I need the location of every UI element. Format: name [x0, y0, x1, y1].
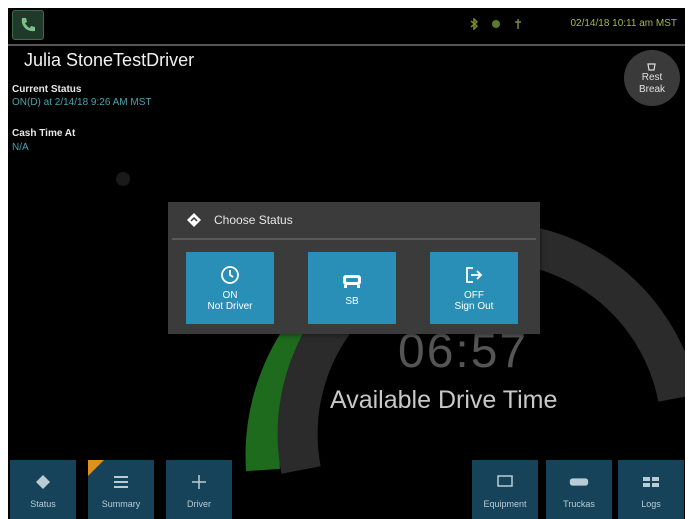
- nav-equipment-label: Equipment: [483, 498, 527, 509]
- drive-time-label: Available Drive Time: [330, 386, 558, 414]
- sleeper-berth-button[interactable]: SB: [308, 252, 396, 324]
- sb-label: SB: [345, 295, 359, 307]
- plus-icon: [188, 471, 210, 493]
- nav-summary-label: Summary: [101, 498, 141, 509]
- notification-corner: [88, 460, 104, 476]
- sleeper-icon: [341, 270, 363, 292]
- clock-icon: [219, 264, 241, 286]
- not-driver-label: Not Driver: [207, 301, 253, 312]
- nav-status-label: Status: [30, 498, 56, 509]
- screen: 02/14/18 10:11 am MST Julia StoneTestDri…: [8, 8, 685, 519]
- nav-driver-button[interactable]: Driver: [166, 460, 232, 519]
- nav-truckas-button[interactable]: Truckas: [546, 460, 612, 519]
- choose-status-dialog: Choose Status ON Not Driver SB OFF Sign …: [168, 202, 540, 334]
- nav-summary-button[interactable]: Summary: [88, 460, 154, 519]
- nav-driver-label: Driver: [187, 498, 211, 509]
- on-not-driver-button[interactable]: ON Not Driver: [186, 252, 274, 324]
- off-label: OFF: [464, 290, 484, 301]
- nav-truckas-label: Truckas: [563, 498, 595, 509]
- diamond-icon: [184, 210, 204, 230]
- list-icon: [110, 471, 132, 493]
- dialog-divider: [172, 238, 536, 240]
- monitor-icon: [494, 471, 516, 493]
- dialog-title: Choose Status: [214, 213, 293, 227]
- sign-out-label: Sign Out: [454, 301, 494, 312]
- on-label: ON: [222, 290, 238, 301]
- nav-logs-label: Logs: [641, 498, 661, 509]
- off-sign-out-button[interactable]: OFF Sign Out: [430, 252, 518, 324]
- bottom-nav: Status Summary Driver Equipment Truckas …: [8, 460, 685, 519]
- dialog-header: Choose Status: [168, 202, 540, 238]
- sign-out-icon: [463, 264, 485, 286]
- grid-icon: [640, 471, 662, 493]
- nav-logs-button[interactable]: Logs: [618, 460, 684, 519]
- nav-status-button[interactable]: Status: [10, 460, 76, 519]
- truck-icon: [568, 471, 590, 493]
- nav-equipment-button[interactable]: Equipment: [472, 460, 538, 519]
- diamond-icon: [32, 471, 54, 493]
